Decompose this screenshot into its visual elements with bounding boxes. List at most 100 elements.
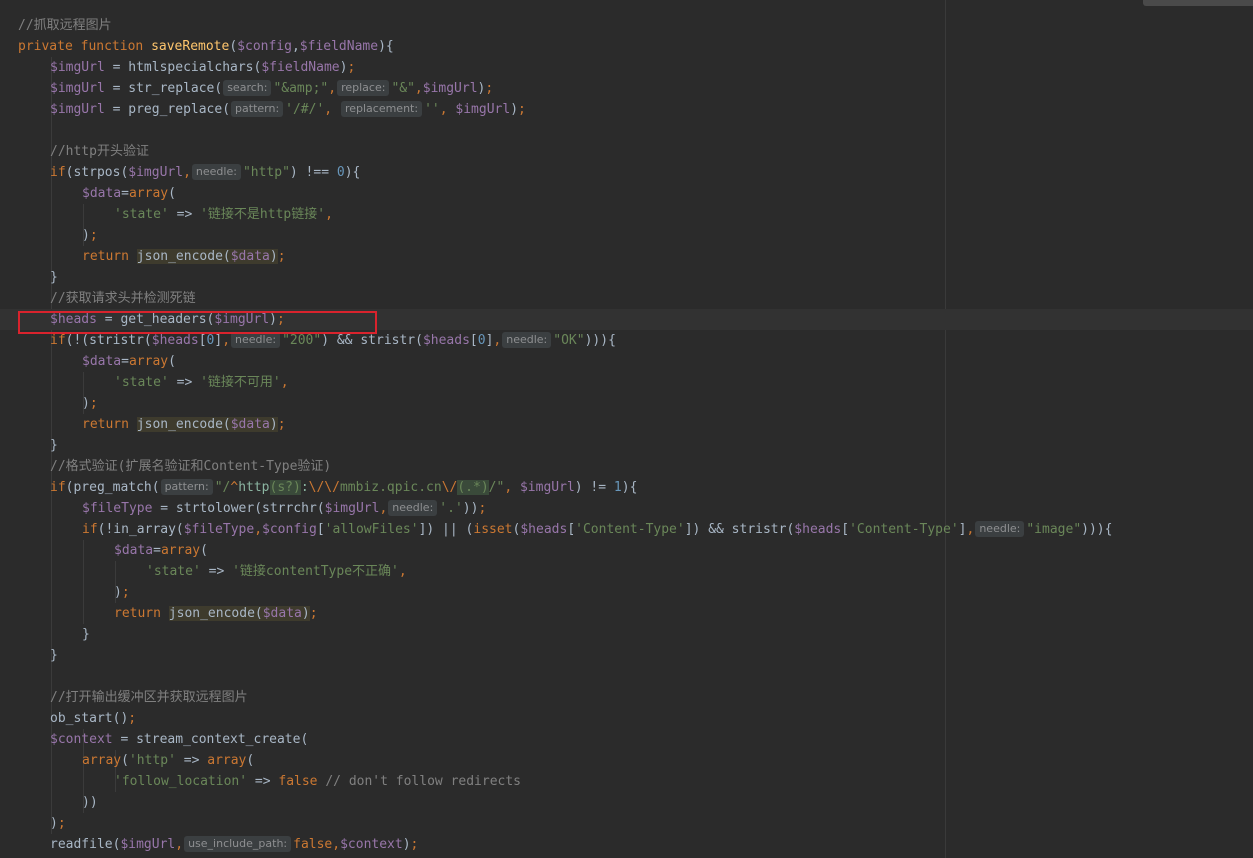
code-line[interactable]: 'follow_location' => false // don't foll… <box>0 771 1253 792</box>
code-line[interactable]: $fileType = strtolower(strrchr($imgUrl, n… <box>0 498 1253 519</box>
code-line[interactable]: $data=array( <box>0 183 1253 204</box>
code-text: [ <box>316 522 325 537</box>
regex-group: (s?) <box>269 480 301 495</box>
code-line[interactable] <box>0 666 1253 687</box>
code-line[interactable]: 'state' => '链接contentType不正确', <box>0 561 1253 582</box>
code-line[interactable]: $imgUrl = preg_replace(pattern: '/#/', re… <box>0 99 1253 120</box>
code-line[interactable]: } <box>0 435 1253 456</box>
keyword: ; <box>89 396 98 411</box>
code-line[interactable]: $data=array( <box>0 540 1253 561</box>
code-line[interactable]: //格式验证(扩展名验证和Content-Type验证) <box>0 456 1253 477</box>
string-literal: 'Content-Type' <box>575 522 685 537</box>
code-line[interactable]: array('http' => array( <box>0 750 1253 771</box>
code-text: ]) && stristr( <box>684 522 795 537</box>
code-line[interactable]: )) <box>0 792 1253 813</box>
code-text: ) <box>402 837 411 852</box>
code-text: { <box>1104 522 1113 537</box>
comment: //http开头验证 <box>50 144 149 159</box>
code-line[interactable]: $imgUrl = str_replace(search: "&amp;", rep… <box>0 78 1253 99</box>
code-text: = <box>121 354 129 369</box>
code-line[interactable]: if(!in_array($fileType,$config['allowFil… <box>0 519 1253 540</box>
code-line[interactable] <box>0 120 1253 141</box>
string-literal: '链接不是http链接' <box>200 207 326 222</box>
code-line[interactable]: $imgUrl = htmlspecialchars($fieldName); <box>0 57 1253 78</box>
code-line[interactable]: private function saveRemote($config,$fie… <box>0 36 1253 57</box>
string-literal: 'http' <box>128 753 176 768</box>
regex-group: (.*) <box>457 480 489 495</box>
code-line[interactable]: return json_encode($data); <box>0 414 1253 435</box>
code-line[interactable]: ob_start(); <box>0 708 1253 729</box>
code-line[interactable]: //抓取远程图片 <box>0 15 1253 36</box>
variable: $imgUrl <box>120 837 176 852</box>
code-line[interactable]: readfile($imgUrl, use_include_path: false,… <box>0 834 1253 855</box>
code-text: ) <box>114 585 122 600</box>
code-line[interactable]: } <box>0 645 1253 666</box>
code-line[interactable]: if(strpos($imgUrl, needle: "http") !== 0){ <box>0 162 1253 183</box>
code-text: ) && stristr( <box>321 333 423 348</box>
string-literal: 'state' <box>146 564 201 579</box>
code-text: ) <box>50 816 58 831</box>
code-line[interactable]: //获取请求头并检测死链 <box>0 288 1253 309</box>
code-line[interactable]: if(preg_match(pattern: "/^http(s?):\/\/mm… <box>0 477 1253 498</box>
code-text: = strtolower(strrchr( <box>152 501 325 516</box>
code-text: ))) <box>1081 522 1105 537</box>
param-hint: replacement: <box>340 101 423 117</box>
keyword: , <box>439 102 456 117</box>
number-literal: 0 <box>336 165 345 180</box>
code-text: ob_start() <box>50 711 129 726</box>
code-text: (!in_array( <box>97 522 184 537</box>
regex-escape: \/\/ <box>308 480 340 495</box>
code-text: => <box>168 207 201 222</box>
variable-highlight: $data <box>262 606 302 621</box>
code-editor[interactable]: //抓取远程图片 private function saveRemote($con… <box>0 0 1253 858</box>
keyword: false <box>278 774 318 789</box>
variable: $data <box>82 354 122 369</box>
code-text: } <box>50 270 58 285</box>
variable: $imgUrl <box>422 81 478 96</box>
code-line[interactable]: } <box>0 267 1253 288</box>
param-hint: pattern: <box>231 101 284 117</box>
code-line[interactable]: ); <box>0 582 1253 603</box>
code-text: ( <box>200 543 208 558</box>
keyword: , <box>324 102 340 117</box>
code-line[interactable]: $context = stream_context_create( <box>0 729 1253 750</box>
regex-escape: \/ <box>441 480 458 495</box>
keyword: , <box>254 522 263 537</box>
code-line[interactable]: ); <box>0 813 1253 834</box>
keyword: , <box>493 333 502 348</box>
keyword: ; <box>128 711 137 726</box>
code-line[interactable]: ); <box>0 393 1253 414</box>
code-text: = stream_context_create( <box>112 732 309 747</box>
keyword: , <box>379 501 388 516</box>
code-line[interactable]: return json_encode($data); <box>0 603 1253 624</box>
code-line[interactable]: 'state' => '链接不可用', <box>0 372 1253 393</box>
code-line[interactable]: 'state' => '链接不是http链接', <box>0 204 1253 225</box>
scrollbar-thumb[interactable] <box>1143 0 1253 6</box>
code-line[interactable]: ); <box>0 225 1253 246</box>
keyword: if <box>82 522 98 537</box>
number-literal: 0 <box>477 333 486 348</box>
string-literal: 'Content-Type' <box>849 522 959 537</box>
variable: $config <box>237 39 292 54</box>
keyword: , <box>966 522 975 537</box>
string-literal: "&" <box>391 81 415 96</box>
code-line[interactable]: //打开输出缓冲区并获取远程图片 <box>0 687 1253 708</box>
code-text: )) <box>82 795 98 810</box>
code-line[interactable]: $data=array( <box>0 351 1253 372</box>
keyword: array <box>128 354 169 369</box>
code-line[interactable]: //http开头验证 <box>0 141 1253 162</box>
code-line[interactable]: } <box>0 624 1253 645</box>
code-text: (strpos( <box>65 165 129 180</box>
regex-token: : <box>300 480 309 495</box>
code-text: = str_replace( <box>104 81 223 96</box>
variable: $fileType <box>183 522 255 537</box>
code-text: } <box>50 438 58 453</box>
keyword: ; <box>277 417 286 432</box>
code-line[interactable]: return json_encode($data); <box>0 246 1253 267</box>
variable: $imgUrl <box>50 60 105 75</box>
regex-token: http <box>238 480 270 495</box>
variable: $imgUrl <box>455 102 511 117</box>
code-text: => <box>175 753 208 768</box>
code-text: ){ <box>621 480 638 495</box>
keyword: ; <box>277 249 286 264</box>
